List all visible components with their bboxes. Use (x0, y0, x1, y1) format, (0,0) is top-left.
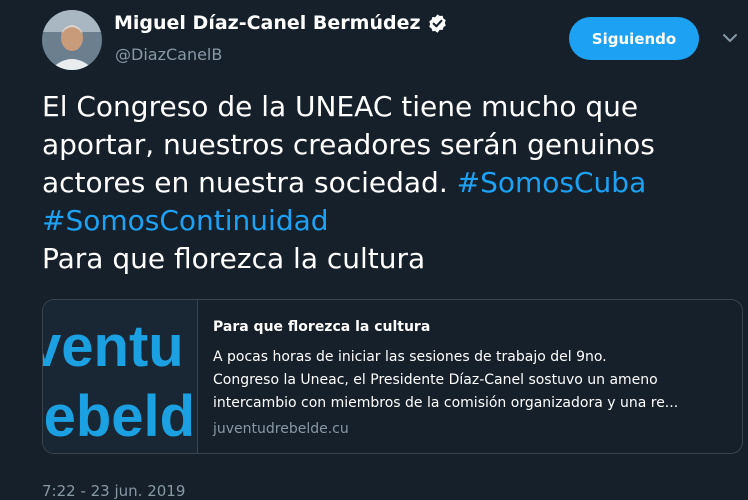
tweet-text-segment: El Congreso de la UNEAC tiene mucho que (42, 90, 639, 123)
card-domain[interactable]: juventudrebelde.cu (213, 421, 728, 437)
card-description-line: intercambio con miembros de la comisión … (213, 395, 679, 411)
hashtag-link[interactable]: #SomosContinuidad (42, 204, 329, 237)
following-button[interactable]: Siguiendo (569, 17, 699, 60)
card-description: A pocas horas de iniciar las sesiones de… (213, 346, 728, 415)
hashtag-link[interactable]: #SomosCuba (457, 166, 647, 199)
avatar[interactable] (42, 10, 102, 70)
author-handle[interactable]: @DiazCanelB (115, 45, 222, 64)
tweet-line: actores en nuestra sociedad. #SomosCuba (42, 164, 748, 202)
verified-badge-icon (427, 13, 448, 34)
thumbnail-text-line-1: ventu (43, 314, 184, 379)
link-card[interactable]: ventu rebeld Para que florezca la cultur… (42, 299, 743, 454)
chevron-down-icon[interactable] (720, 30, 740, 46)
thumbnail-text-line-2: rebeld (43, 384, 195, 449)
avatar-image (42, 10, 102, 70)
tweet-line: aportar, nuestros creadores serán genuin… (42, 126, 748, 164)
tweet-text: El Congreso de la UNEAC tiene mucho que a… (42, 88, 748, 278)
card-description-line: Congreso la Uneac, el Presidente Díaz-Ca… (213, 372, 658, 388)
card-description-line: A pocas horas de iniciar las sesiones de… (213, 349, 607, 365)
tweet-line: El Congreso de la UNEAC tiene mucho que (42, 88, 748, 126)
tweet-line: Para que florezca la cultura (42, 240, 748, 278)
tweet-timestamp[interactable]: 7:22 - 23 jun. 2019 (42, 482, 185, 500)
author-name[interactable]: Miguel Díaz-Canel Bermúdez (114, 12, 448, 34)
card-title[interactable]: Para que florezca la cultura (213, 318, 728, 336)
tweet-text-segment: aportar, nuestros creadores serán genuin… (42, 128, 655, 161)
card-thumbnail: ventu rebeld (43, 300, 198, 453)
tweet-text-segment: actores en nuestra sociedad. (42, 166, 457, 199)
author-name-text[interactable]: Miguel Díaz-Canel Bermúdez (114, 12, 421, 34)
tweet-text-segment: Para que florezca la cultura (42, 242, 426, 275)
tweet-line: #SomosContinuidad (42, 202, 748, 240)
